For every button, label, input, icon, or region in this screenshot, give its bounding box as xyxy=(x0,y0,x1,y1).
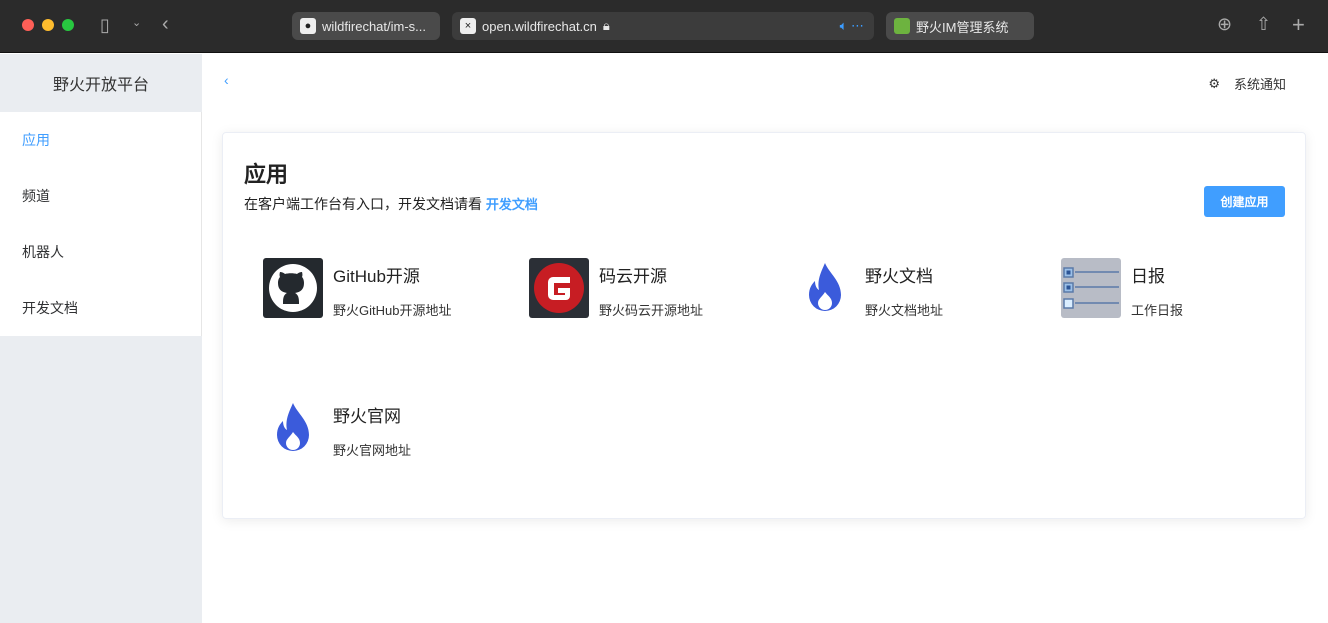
new-tab-icon[interactable]: + xyxy=(1292,12,1305,38)
create-app-button[interactable]: 创建应用 xyxy=(1204,186,1285,217)
tab-active[interactable]: × open.wildfirechat.cn 🔒︎ 🔈︎ ⋯ xyxy=(452,12,874,40)
page-title: 应用 xyxy=(244,162,289,187)
app-name: 野火文档 xyxy=(865,267,933,286)
maximize-window-button[interactable] xyxy=(62,19,74,31)
github-icon: ● xyxy=(300,18,316,34)
collapse-icon[interactable]: ‹ xyxy=(224,72,229,88)
notice-label: 系统通知 xyxy=(1233,77,1286,92)
gitee-icon xyxy=(529,258,589,318)
flame-icon xyxy=(263,398,323,458)
app-desc: 野火文档地址 xyxy=(865,303,944,318)
sidebar-item-docs[interactable]: 开发文档 xyxy=(0,280,201,336)
browser-toolbar: ▯ ⌄ ‹ ● wildfirechat/im-s... × open.wildfi… xyxy=(0,0,1328,53)
tab-label: 野火IM管理系统 xyxy=(916,19,1009,35)
app-daily-report[interactable]: 日报 工作日报 xyxy=(1061,258,1301,320)
app-name: GitHub开源 xyxy=(333,267,420,286)
tab-label: open.wildfirechat.cn xyxy=(482,18,597,34)
gear-icon: ⚙ xyxy=(1208,75,1220,91)
sidebar-toggle-icon[interactable]: ▯ xyxy=(100,15,110,36)
app-docs[interactable]: 野火文档 野火文档地址 xyxy=(795,258,1035,320)
sidebar-item-robots[interactable]: 机器人 xyxy=(0,224,201,280)
download-icon[interactable]: ⊕ xyxy=(1217,14,1232,35)
app-website[interactable]: 野火官网 野火官网地址 xyxy=(263,398,503,460)
doc-link[interactable]: 开发文档 xyxy=(486,197,538,212)
chevron-down-icon[interactable]: ⌄ xyxy=(132,16,141,29)
github-icon xyxy=(263,258,323,318)
lock-icon: 🔒︎ xyxy=(602,18,610,33)
app-desc: 工作日报 xyxy=(1131,303,1184,318)
subtitle-text: 在客户端工作台有入口，开发文档请看 xyxy=(244,196,482,212)
back-icon[interactable]: ‹ xyxy=(162,13,169,36)
app-desc: 野火GitHub开源地址 xyxy=(333,303,452,318)
sidebar-item-channels[interactable]: 频道 xyxy=(0,168,201,224)
sidebar: 野火开放平台 应用 频道 机器人 开发文档 xyxy=(0,54,202,623)
sidebar-menu: 应用 频道 机器人 开发文档 xyxy=(0,112,202,336)
checklist-icon xyxy=(1061,258,1121,318)
close-window-button[interactable] xyxy=(22,19,34,31)
minimize-window-button[interactable] xyxy=(42,19,54,31)
page-subtitle: 在客户端工作台有入口，开发文档请看 开发文档 xyxy=(244,194,538,214)
app-gitee[interactable]: 码云开源 野火码云开源地址 xyxy=(529,258,769,320)
apps-card: 应用 在客户端工作台有入口，开发文档请看 开发文档 创建应用 GitHub开源 … xyxy=(222,132,1306,519)
site-icon: × xyxy=(460,18,476,34)
tab-github[interactable]: ● wildfirechat/im-s... xyxy=(292,12,440,40)
app-desc: 野火码云开源地址 xyxy=(599,303,704,318)
speaker-icon[interactable]: 🔈︎ ⋯ xyxy=(840,18,864,34)
sidebar-item-apps[interactable]: 应用 xyxy=(0,112,201,168)
system-notice[interactable]: ⚙ 系统通知 xyxy=(1208,74,1286,93)
app-github[interactable]: GitHub开源 野火GitHub开源地址 xyxy=(263,258,503,320)
share-icon[interactable]: ⇧ xyxy=(1256,14,1271,35)
tab-admin[interactable]: 野火IM管理系统 xyxy=(886,12,1034,40)
tab-label: wildfirechat/im-s... xyxy=(322,18,427,34)
main-content: ‹ ⚙ 系统通知 应用 在客户端工作台有入口，开发文档请看 开发文档 创建应用 G… xyxy=(202,54,1328,623)
app-name: 野火官网 xyxy=(333,407,401,426)
app-name: 码云开源 xyxy=(599,267,667,286)
flame-icon xyxy=(795,258,855,318)
sidebar-title: 野火开放平台 xyxy=(52,77,149,94)
app-name: 日报 xyxy=(1131,267,1165,286)
app-desc: 野火官网地址 xyxy=(333,443,412,458)
leaf-icon xyxy=(894,18,910,34)
